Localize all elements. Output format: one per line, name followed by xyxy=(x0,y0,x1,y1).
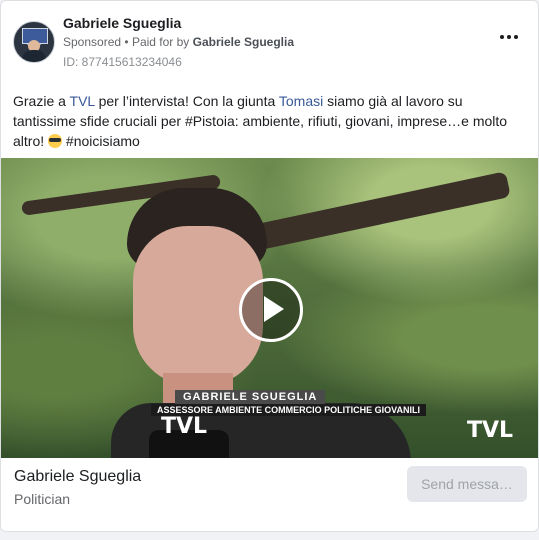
footer-category: Politician xyxy=(14,491,71,507)
channel-logo: TVL xyxy=(467,418,514,443)
ad-footer: Gabriele Sgueglia Politician Send messa… xyxy=(1,458,538,531)
sponsored-line: Sponsored • Paid for by Gabriele Sguegli… xyxy=(63,35,294,49)
ad-id: ID: 877415613234046 xyxy=(63,55,182,69)
post-hashtag[interactable]: #noicisiamo xyxy=(62,133,140,149)
paid-for-by-name: Gabriele Sgueglia xyxy=(192,35,295,49)
author-name[interactable]: Gabriele Sgueglia xyxy=(63,15,181,31)
play-icon[interactable] xyxy=(239,278,303,342)
post-text-part: per l’intervista! Con la giunta xyxy=(94,93,279,109)
send-message-button[interactable]: Send messa… xyxy=(407,466,527,502)
separator-dot: • xyxy=(124,35,132,49)
more-horizontal-icon[interactable] xyxy=(500,35,520,41)
post-header: Gabriele Sgueglia Sponsored • Paid for b… xyxy=(13,13,528,73)
avatar[interactable] xyxy=(13,21,55,63)
sunglasses-emoji-icon xyxy=(48,134,63,148)
ad-card: Gabriele Sgueglia Sponsored • Paid for b… xyxy=(0,0,539,532)
paid-for-prefix: Paid for by xyxy=(131,35,190,49)
lower-third-name: GABRIELE SGUEGLIA xyxy=(175,390,326,404)
link-tomasi[interactable]: Tomasi xyxy=(279,93,323,109)
sponsored-label: Sponsored xyxy=(63,35,122,49)
footer-page-name[interactable]: Gabriele Sgueglia xyxy=(14,468,141,486)
link-tvl[interactable]: TVL xyxy=(70,93,95,109)
more-dot xyxy=(500,35,504,39)
post-text: Grazie a TVL per l’intervista! Con la gi… xyxy=(13,91,523,151)
more-dot xyxy=(514,35,518,39)
more-dot xyxy=(507,35,511,39)
mic-brand-logo: TVL xyxy=(161,414,208,439)
post-text-part: Grazie a xyxy=(13,93,70,109)
video-player[interactable]: GABRIELE SGUEGLIA ASSESSORE AMBIENTE COM… xyxy=(1,158,538,458)
avatar-body xyxy=(22,50,46,62)
